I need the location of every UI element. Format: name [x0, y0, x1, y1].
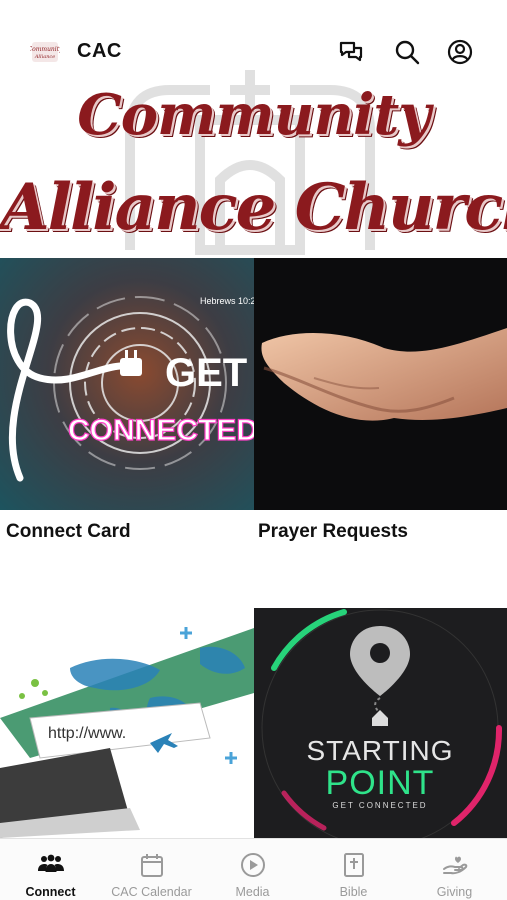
image-text-get: GET — [165, 351, 247, 395]
tab-giving[interactable]: Giving — [404, 839, 505, 900]
bible-icon — [344, 853, 364, 877]
world-web-image: http://www. — [0, 608, 254, 838]
image-text-connected: CONNECTED — [68, 414, 254, 447]
banner-title-line2: Alliance Church — [0, 170, 507, 245]
tab-cac-calendar[interactable]: CAC Calendar — [101, 839, 202, 900]
church-banner: Community Alliance Church — [0, 70, 507, 260]
app-title: CAC — [77, 40, 122, 62]
tab-media-label: Media — [235, 885, 270, 899]
tab-giving-label: Giving — [436, 885, 473, 899]
prayer-requests-label[interactable]: Prayer Requests — [258, 521, 408, 543]
calendar-icon — [141, 854, 163, 877]
tab-cac-calendar-label: CAC Calendar — [111, 885, 192, 899]
church-logo[interactable]: Community Alliance — [27, 40, 63, 64]
tab-connect[interactable]: Connect — [0, 839, 101, 900]
app-header: Community Alliance CAC — [0, 0, 507, 78]
svg-text:Alliance: Alliance — [34, 54, 55, 60]
people-icon — [38, 854, 64, 872]
image-text-verse: Hebrews 10:25 — [200, 296, 254, 306]
account-icon[interactable] — [446, 38, 474, 66]
starting-point-tile[interactable]: STARTING POINT GET CONNECTED — [254, 608, 507, 838]
tab-media[interactable]: Media — [202, 839, 303, 900]
giving-hand-icon — [443, 856, 468, 875]
image-text-point: POINT — [326, 764, 435, 802]
tab-bible-label: Bible — [339, 885, 368, 899]
bottom-tab-bar: Connect CAC Calendar Media Bible Giving — [0, 838, 507, 900]
search-icon[interactable] — [393, 38, 421, 66]
get-connected-image: Hebrews 10:25 GET CONNECTED — [0, 258, 254, 510]
connect-card-tile[interactable]: Hebrews 10:25 GET CONNECTED — [0, 258, 254, 510]
play-icon — [241, 853, 265, 877]
tab-connect-label: Connect — [25, 885, 76, 899]
website-tile[interactable]: http://www. — [0, 608, 254, 838]
starting-point-image: STARTING POINT GET CONNECTED — [254, 608, 507, 838]
image-text-starting: STARTING — [307, 735, 454, 766]
image-text-url: http://www. — [48, 725, 126, 742]
image-text-get-connected: GET CONNECTED — [332, 801, 427, 810]
connect-card-label[interactable]: Connect Card — [6, 521, 131, 543]
svg-text:Community: Community — [30, 46, 60, 53]
chat-icon[interactable] — [337, 38, 365, 66]
tab-bible[interactable]: Bible — [303, 839, 404, 900]
prayer-requests-tile[interactable] — [254, 258, 507, 510]
banner-title-line1: Community — [77, 82, 431, 148]
open-hands-image — [254, 258, 507, 510]
